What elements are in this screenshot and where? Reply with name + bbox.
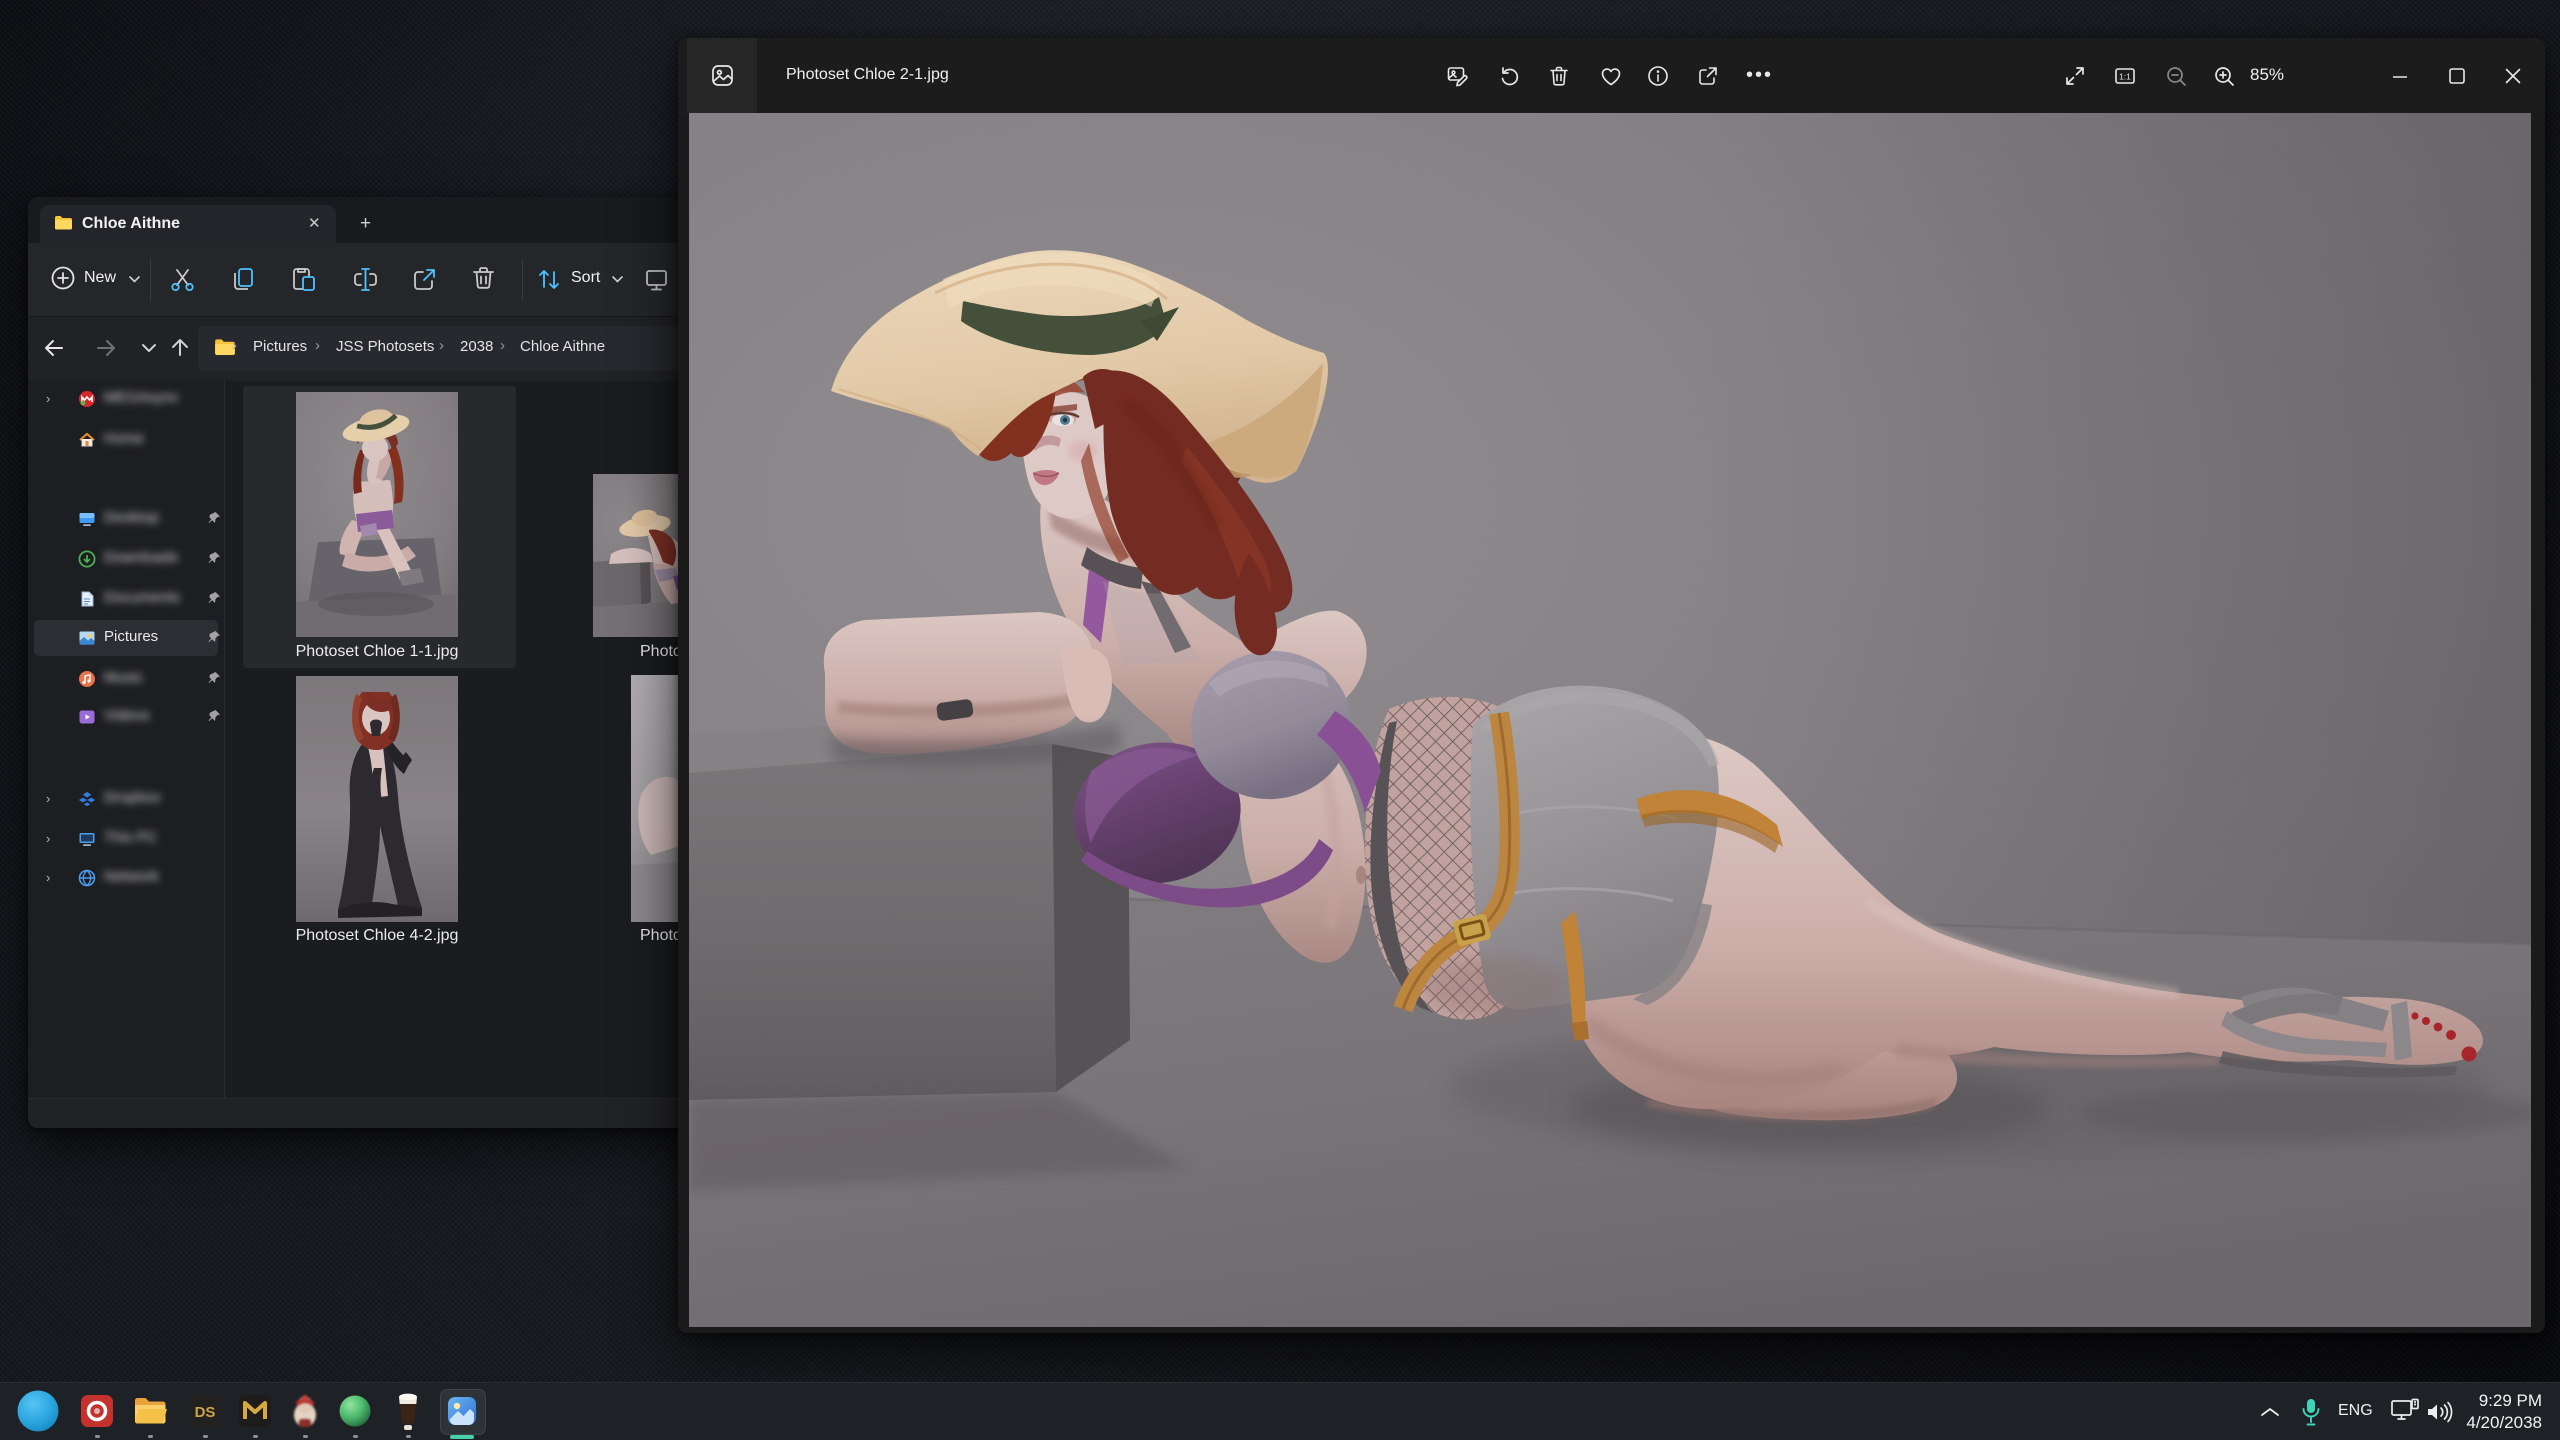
svg-text:DS: DS xyxy=(195,1404,216,1421)
svg-text:1:1: 1:1 xyxy=(2119,72,2131,82)
